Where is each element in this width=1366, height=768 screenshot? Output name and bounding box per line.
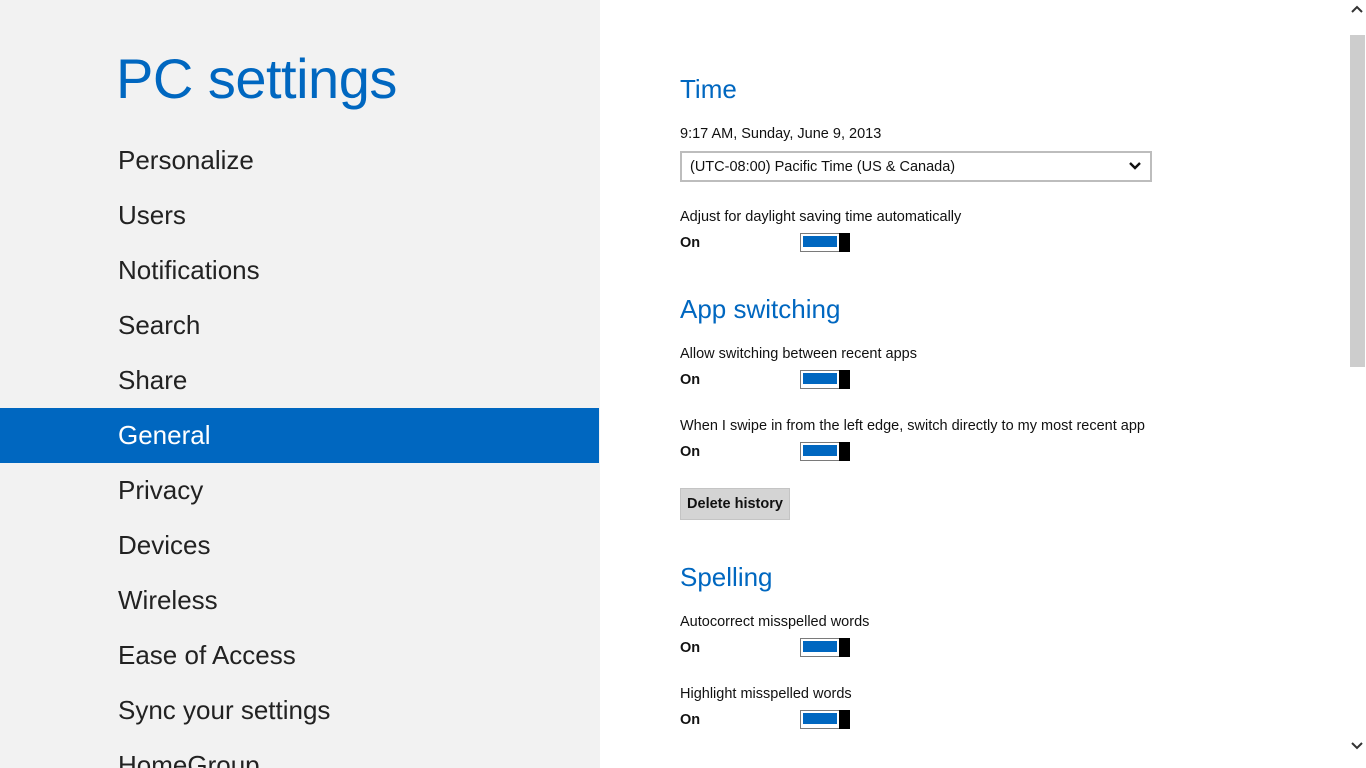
dst-label: Adjust for daylight saving time automati… [680, 209, 962, 225]
scroll-down-arrow-icon[interactable] [1348, 739, 1366, 753]
highlight-state: On [680, 712, 701, 728]
sidebar-item-homegroup[interactable]: HomeGroup [0, 738, 599, 768]
time-heading: Time [680, 74, 737, 104]
allow-switching-toggle[interactable] [800, 370, 850, 389]
chevron-down-icon [1129, 162, 1141, 170]
allow-switching-state: On [680, 372, 701, 388]
scroll-up-arrow-icon[interactable] [1348, 2, 1366, 16]
sidebar-item-users[interactable]: Users [0, 188, 599, 243]
swipe-switch-label: When I swipe in from the left edge, swit… [680, 418, 1145, 434]
sidebar-item-general[interactable]: General [0, 408, 599, 463]
sidebar-item-privacy[interactable]: Privacy [0, 463, 599, 518]
scrollbar-thumb[interactable] [1350, 35, 1365, 367]
autocorrect-toggle[interactable] [800, 638, 850, 657]
spelling-heading: Spelling [680, 562, 773, 592]
autocorrect-label: Autocorrect misspelled words [680, 614, 870, 630]
sidebar-item-personalize[interactable]: Personalize [0, 133, 599, 188]
sidebar-item-search[interactable]: Search [0, 298, 599, 353]
autocorrect-state: On [680, 640, 701, 656]
sidebar: PC settings Personalize Users Notificati… [0, 0, 600, 768]
timezone-value: (UTC-08:00) Pacific Time (US & Canada) [690, 159, 956, 175]
sidebar-item-wireless[interactable]: Wireless [0, 573, 599, 628]
page-title: PC settings [116, 47, 397, 110]
sidebar-item-share[interactable]: Share [0, 353, 599, 408]
dst-state: On [680, 235, 701, 251]
sidebar-item-devices[interactable]: Devices [0, 518, 599, 573]
highlight-label: Highlight misspelled words [680, 686, 852, 702]
dst-toggle[interactable] [800, 233, 850, 252]
swipe-switch-state: On [680, 444, 701, 460]
swipe-switch-toggle[interactable] [800, 442, 850, 461]
highlight-toggle[interactable] [800, 710, 850, 729]
sidebar-item-notifications[interactable]: Notifications [0, 243, 599, 298]
delete-history-button[interactable]: Delete history [680, 488, 790, 520]
sidebar-item-ease-of-access[interactable]: Ease of Access [0, 628, 599, 683]
sidebar-item-sync-your-settings[interactable]: Sync your settings [0, 683, 599, 738]
vertical-scrollbar[interactable] [1348, 0, 1366, 768]
timezone-dropdown[interactable]: (UTC-08:00) Pacific Time (US & Canada) [680, 151, 1152, 182]
sidebar-nav: Personalize Users Notifications Search S… [0, 133, 599, 768]
settings-content: Time 9:17 AM, Sunday, June 9, 2013 (UTC-… [600, 0, 1348, 768]
current-time-text: 9:17 AM, Sunday, June 9, 2013 [680, 126, 882, 142]
app-switching-heading: App switching [680, 294, 841, 324]
allow-switching-label: Allow switching between recent apps [680, 346, 917, 362]
